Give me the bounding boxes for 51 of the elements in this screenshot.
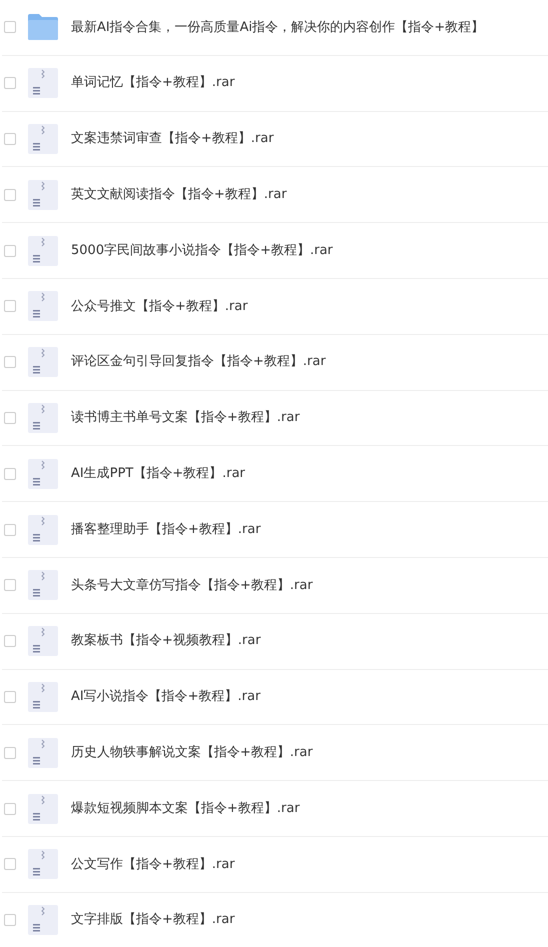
archive-file-icon <box>28 626 58 656</box>
checkbox[interactable] <box>4 21 16 34</box>
file-name[interactable]: 公文写作【指令+教程】.rar <box>71 854 235 874</box>
archive-file-icon <box>28 738 58 768</box>
file-name[interactable]: AI写小说指令【指令+教程】.rar <box>71 687 260 707</box>
file-name[interactable]: 教案板书【指令+视频教程】.rar <box>71 631 261 651</box>
archive-file-icon <box>28 570 58 600</box>
archive-file-icon <box>28 458 58 489</box>
checkbox[interactable] <box>4 300 16 312</box>
checkbox[interactable] <box>4 77 16 90</box>
archive-file-icon <box>28 402 58 433</box>
file-name[interactable]: 英文文献阅读指令【指令+教程】.rar <box>71 185 287 205</box>
checkbox[interactable] <box>4 579 16 592</box>
archive-file-icon <box>28 68 58 98</box>
checkbox[interactable] <box>4 524 16 536</box>
file-name[interactable]: 最新AI指令合集，一份高质量Ai指令，解决你的内容创作【指令+教程】 <box>71 18 484 38</box>
file-name[interactable]: 头条号大文章仿写指令【指令+教程】.rar <box>71 576 313 596</box>
checkbox[interactable] <box>4 412 16 424</box>
file-name[interactable]: 读书博主书单号文案【指令+教程】.rar <box>71 408 300 428</box>
checkbox[interactable] <box>4 802 16 815</box>
checkbox[interactable] <box>4 635 16 648</box>
archive-file-icon <box>28 905 58 936</box>
checkbox[interactable] <box>4 690 16 703</box>
archive-file-icon <box>28 849 58 880</box>
file-name[interactable]: 公众号推文【指令+教程】.rar <box>71 296 248 316</box>
checkbox[interactable] <box>4 914 16 926</box>
checkbox[interactable] <box>4 188 16 201</box>
file-name[interactable]: 5000字民间故事小说指令【指令+教程】.rar <box>71 240 333 260</box>
archive-file-icon <box>28 514 58 545</box>
checkbox[interactable] <box>4 244 16 257</box>
file-name[interactable]: 单词记忆【指令+教程】.rar <box>71 73 235 93</box>
archive-file-icon <box>28 682 58 712</box>
folder-icon <box>28 14 58 40</box>
file-name[interactable]: 历史人物轶事解说文案【指令+教程】.rar <box>71 743 313 762</box>
file-name[interactable]: 播客整理助手【指令+教程】.rar <box>71 520 261 540</box>
file-name[interactable]: 文案违禁词审查【指令+教程】.rar <box>71 129 274 149</box>
file-name[interactable]: 爆款短视频脚本文案【指令+教程】.rar <box>71 798 300 818</box>
file-name[interactable]: AI生成PPT【指令+教程】.rar <box>71 464 246 484</box>
file-name[interactable]: 文字排版【指令+教程】.rar <box>71 910 235 930</box>
checkbox[interactable] <box>4 356 16 368</box>
archive-file-icon <box>28 180 58 210</box>
checkbox[interactable] <box>4 858 16 870</box>
archive-file-icon <box>28 794 58 824</box>
archive-file-icon <box>28 291 58 322</box>
archive-file-icon <box>28 347 58 378</box>
checkbox[interactable] <box>4 132 16 145</box>
archive-file-icon <box>28 236 58 266</box>
checkbox[interactable] <box>4 468 16 480</box>
file-name[interactable]: 评论区金句引导回复指令【指令+教程】.rar <box>71 352 326 372</box>
archive-file-icon <box>28 124 58 154</box>
checkbox[interactable] <box>4 746 16 759</box>
